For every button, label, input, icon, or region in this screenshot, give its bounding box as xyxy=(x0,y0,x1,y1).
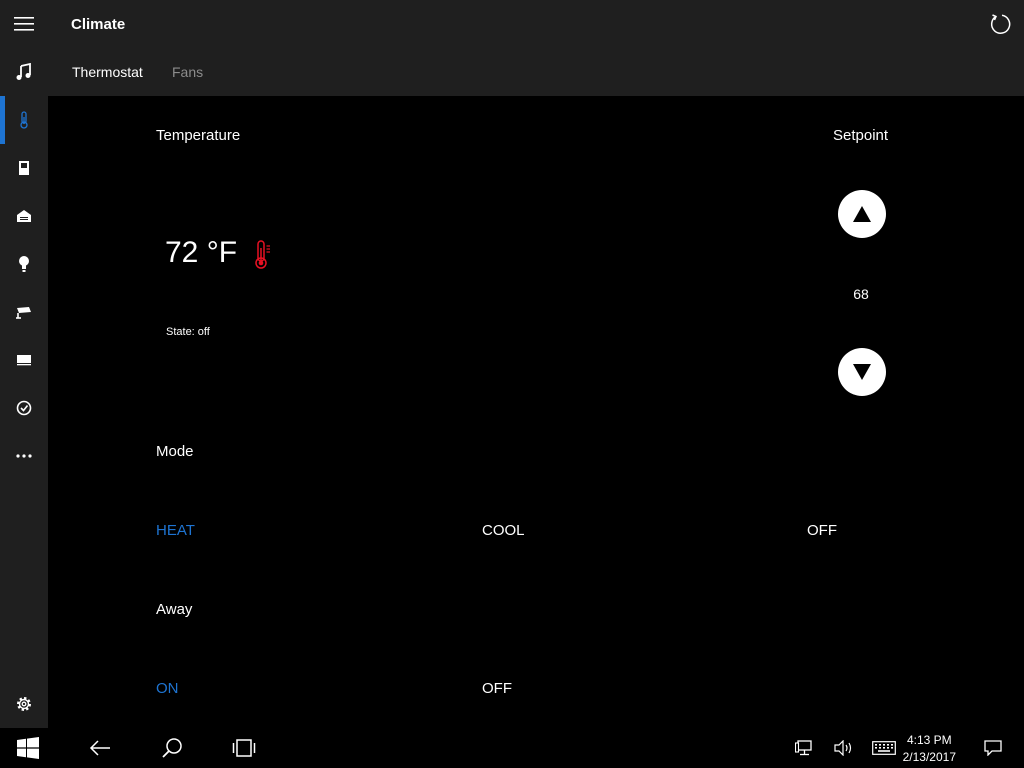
away-label: Away xyxy=(156,601,193,618)
action-center-button[interactable] xyxy=(981,736,1005,760)
tab-fans[interactable]: Fans xyxy=(172,64,203,80)
nav-climate-button[interactable] xyxy=(0,96,48,144)
temperature-label: Temperature xyxy=(156,127,241,144)
lightbulb-icon xyxy=(19,256,29,272)
settings-icon xyxy=(17,697,31,711)
hamburger-menu-icon xyxy=(14,17,34,31)
network-icon xyxy=(795,740,812,756)
shade-icon xyxy=(17,355,31,366)
search-icon xyxy=(162,738,182,758)
nav-sidebar xyxy=(0,0,48,728)
thermometer-icon xyxy=(20,111,28,129)
keyboard-icon xyxy=(872,741,896,755)
away-off-button[interactable]: OFF xyxy=(482,680,512,697)
thermostat-panel: Temperature 72 °F State: off Setpoint 68… xyxy=(48,96,1024,728)
app-header: Climate Thermostat Fans xyxy=(48,0,1024,96)
refresh-button[interactable] xyxy=(988,12,1012,36)
notification-icon xyxy=(984,740,1002,756)
away-on-button[interactable]: ON xyxy=(156,680,179,697)
more-icon xyxy=(16,454,32,458)
keyboard-button[interactable] xyxy=(871,736,897,760)
task-view-button[interactable] xyxy=(232,736,256,760)
setpoint-value: 68 xyxy=(853,286,869,302)
windows-logo-icon xyxy=(17,737,39,759)
clock-time: 4:13 PM xyxy=(906,733,952,747)
volume-button[interactable] xyxy=(832,736,856,760)
clock-date: 2/13/2017 xyxy=(902,750,956,764)
mode-label: Mode xyxy=(156,443,194,460)
start-button[interactable] xyxy=(16,736,40,760)
arrow-up-icon xyxy=(853,206,871,222)
volume-icon xyxy=(834,740,852,756)
mode-cool-button[interactable]: COOL xyxy=(482,522,525,539)
hamburger-menu-button[interactable] xyxy=(0,0,48,48)
arrow-down-icon xyxy=(853,364,871,380)
setpoint-down-button[interactable] xyxy=(838,348,886,396)
checkmark-circle-icon xyxy=(16,400,32,416)
refresh-icon xyxy=(990,14,1011,34)
network-button[interactable] xyxy=(792,736,816,760)
settings-button[interactable] xyxy=(0,680,48,728)
nav-garage-button[interactable] xyxy=(0,192,48,240)
nav-lights-button[interactable] xyxy=(0,240,48,288)
garage-icon xyxy=(17,210,31,222)
clock[interactable]: 4:13 PM 2/13/2017 xyxy=(903,732,956,766)
mode-heat-button[interactable]: HEAT xyxy=(156,522,195,539)
nav-tasks-button[interactable] xyxy=(0,384,48,432)
task-view-icon xyxy=(232,739,256,757)
back-button[interactable] xyxy=(88,736,112,760)
thermometer-icon xyxy=(251,240,273,275)
page-title: Climate xyxy=(71,16,126,33)
setpoint-up-button[interactable] xyxy=(838,190,886,238)
nav-camera-button[interactable] xyxy=(0,288,48,336)
nav-music-button[interactable] xyxy=(0,48,48,96)
mode-off-button[interactable]: OFF xyxy=(807,522,837,539)
search-button[interactable] xyxy=(160,736,184,760)
current-temperature: 72 °F xyxy=(165,236,238,269)
music-icon xyxy=(16,63,31,80)
security-camera-icon xyxy=(16,307,31,319)
setpoint-label: Setpoint xyxy=(833,127,889,144)
taskbar: 4:13 PM 2/13/2017 xyxy=(0,728,1024,768)
nav-more-button[interactable] xyxy=(0,432,48,480)
hvac-state: State: off xyxy=(166,326,210,338)
nav-door-button[interactable] xyxy=(0,144,48,192)
door-icon xyxy=(19,161,29,175)
back-arrow-icon xyxy=(89,740,110,756)
nav-shades-button[interactable] xyxy=(0,336,48,384)
tab-thermostat[interactable]: Thermostat xyxy=(72,64,143,80)
